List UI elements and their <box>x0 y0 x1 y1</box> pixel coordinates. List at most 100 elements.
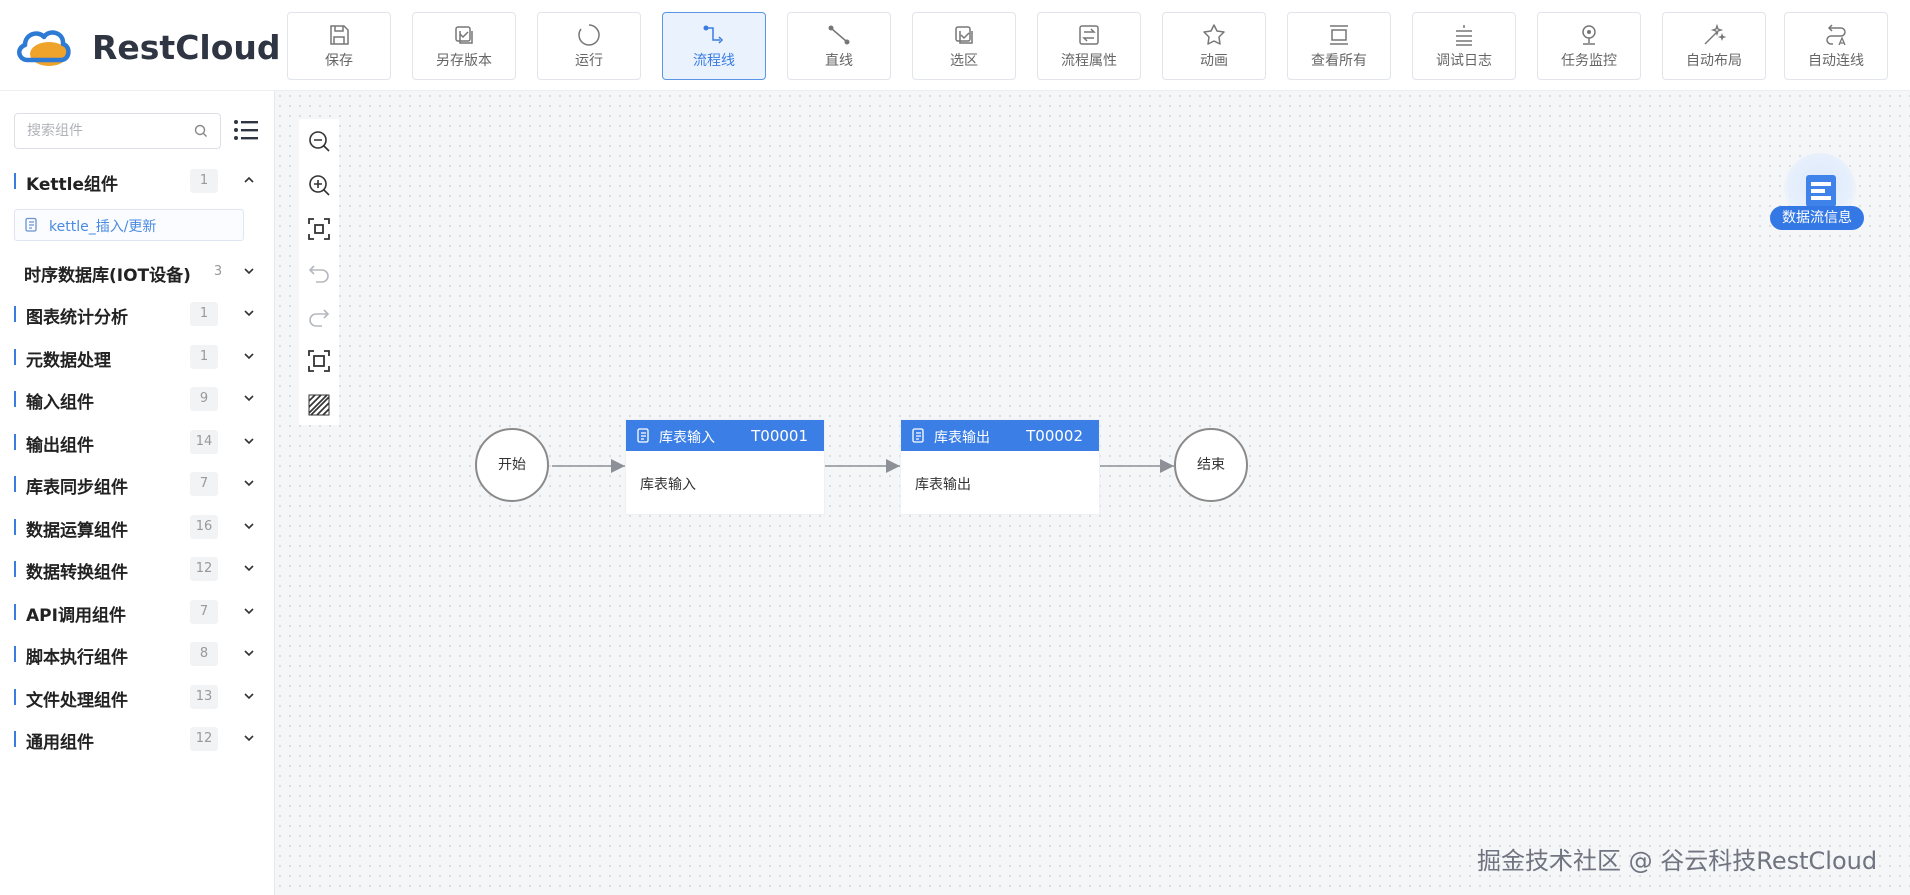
category-data-transform[interactable]: 数据转换组件 12 <box>14 554 254 584</box>
list-view-icon[interactable] <box>233 118 259 142</box>
cloud-logo-icon <box>17 30 71 66</box>
view-all-icon <box>1330 25 1348 45</box>
document-icon <box>912 428 924 443</box>
component-search-input[interactable] <box>15 114 187 148</box>
chevron-down-icon[interactable] <box>242 604 256 618</box>
category-timeseries-db[interactable]: 时序数据库(IOT设备) 3 <box>14 257 254 287</box>
zoom-in-icon[interactable] <box>307 173 331 197</box>
end-node[interactable]: 结束 <box>1174 428 1248 502</box>
auto-connect-button[interactable]: 自动连线 <box>1784 12 1888 80</box>
chevron-down-icon[interactable] <box>242 476 256 490</box>
category-file-process[interactable]: 文件处理组件 13 <box>14 682 254 712</box>
category-marker <box>14 646 16 662</box>
category-marker <box>14 434 16 450</box>
category-count: 7 <box>190 600 218 624</box>
save-icon <box>330 25 349 45</box>
category-marker <box>14 349 16 365</box>
category-output[interactable]: 输出组件 14 <box>14 427 254 457</box>
category-chart-analysis[interactable]: 图表统计分析 1 <box>14 299 254 329</box>
category-table-sync[interactable]: 库表同步组件 7 <box>14 469 254 499</box>
auto-layout-button[interactable]: 自动布局 <box>1662 12 1766 80</box>
document-icon <box>25 217 37 232</box>
category-count: 1 <box>190 302 218 326</box>
category-count: 3 <box>213 264 223 279</box>
task-node-body: 库表输入 <box>640 477 696 493</box>
task-monitor-icon <box>1582 25 1596 45</box>
category-marker <box>14 604 16 620</box>
animation-button[interactable]: 动画 <box>1162 12 1266 80</box>
chevron-up-icon[interactable] <box>242 173 256 187</box>
chevron-down-icon[interactable] <box>242 519 256 533</box>
flow-canvas[interactable]: 开始 库表输入 T00001 库表输入 库表输出 T00002 库表输出 结束 … <box>275 91 1910 895</box>
task-node-header: 库表输出 T00002 <box>901 420 1099 451</box>
brand-name: RestCloud <box>92 27 281 67</box>
category-marker <box>14 306 16 322</box>
category-marker <box>14 561 16 577</box>
chevron-down-icon[interactable] <box>242 264 256 278</box>
save-version-button[interactable]: 另存版本 <box>412 12 516 80</box>
straight-line-icon <box>828 25 850 45</box>
component-search <box>14 113 221 149</box>
category-count: 1 <box>190 345 218 369</box>
category-count: 12 <box>190 727 218 751</box>
category-marker <box>14 476 16 492</box>
task-monitor-button[interactable]: 任务监控 <box>1537 12 1641 80</box>
category-count: 14 <box>190 430 218 454</box>
component-sidebar: Kettle组件 1 kettle_插入/更新 时序数据库(IOT设备) 3 图… <box>0 91 275 895</box>
category-marker <box>14 689 16 705</box>
zoom-controls <box>299 119 339 425</box>
flow-line-button[interactable]: 流程线 <box>662 12 766 80</box>
chevron-down-icon[interactable] <box>242 689 256 703</box>
chevron-down-icon[interactable] <box>242 391 256 405</box>
run-button[interactable]: 运行 <box>537 12 641 80</box>
chevron-down-icon[interactable] <box>242 731 256 745</box>
chevron-down-icon[interactable] <box>242 349 256 363</box>
zoom-out-icon[interactable] <box>307 129 331 153</box>
category-count: 12 <box>190 557 218 581</box>
data-flow-info-icon <box>1806 175 1836 207</box>
chevron-down-icon[interactable] <box>242 434 256 448</box>
select-area-button[interactable]: 选区 <box>912 12 1016 80</box>
task-node-table-output[interactable]: 库表输出 T00002 库表输出 <box>901 420 1099 514</box>
category-input[interactable]: 输入组件 9 <box>14 384 254 414</box>
chevron-down-icon[interactable] <box>242 306 256 320</box>
component-kettle-insert-update[interactable]: kettle_插入/更新 <box>14 209 244 241</box>
actual-size-icon[interactable] <box>307 349 331 373</box>
debug-log-icon <box>1456 25 1472 46</box>
category-data-compute[interactable]: 数据运算组件 16 <box>14 512 254 542</box>
category-count: 9 <box>190 387 218 411</box>
save-version-icon <box>455 26 473 44</box>
grid-toggle-icon[interactable] <box>307 393 331 417</box>
category-marker <box>14 731 16 747</box>
category-api-call[interactable]: API调用组件 7 <box>14 597 254 627</box>
view-all-button[interactable]: 查看所有 <box>1287 12 1391 80</box>
fit-view-icon[interactable] <box>307 217 331 241</box>
start-node[interactable]: 开始 <box>475 428 549 502</box>
chevron-down-icon[interactable] <box>242 561 256 575</box>
category-metadata[interactable]: 元数据处理 1 <box>14 342 254 372</box>
redo-icon[interactable] <box>307 305 331 329</box>
run-icon <box>578 24 600 46</box>
category-general[interactable]: 通用组件 12 <box>14 724 254 754</box>
chevron-down-icon[interactable] <box>242 646 256 660</box>
watermark: 掘金技术社区 @ 谷云科技RestCloud <box>1477 847 1878 875</box>
straight-line-button[interactable]: 直线 <box>787 12 891 80</box>
undo-icon[interactable] <box>307 261 331 285</box>
category-count: 7 <box>190 472 218 496</box>
category-count: 13 <box>190 685 218 709</box>
task-node-table-input[interactable]: 库表输入 T00001 库表输入 <box>626 420 824 514</box>
category-kettle[interactable]: Kettle组件 1 <box>14 166 254 196</box>
category-count: 8 <box>190 642 218 666</box>
save-button[interactable]: 保存 <box>287 12 391 80</box>
animation-icon <box>1203 24 1225 45</box>
search-icon[interactable] <box>194 124 208 138</box>
data-flow-info-button[interactable]: 数据流信息 <box>1770 153 1870 243</box>
top-toolbar: RestCloud 保存 另存版本 运行 流程线 直线 选区 流程属性 动画 查… <box>0 0 1910 91</box>
category-count: 1 <box>190 169 218 193</box>
flow-properties-icon <box>1079 25 1099 45</box>
document-icon <box>637 428 649 443</box>
flow-properties-button[interactable]: 流程属性 <box>1037 12 1141 80</box>
debug-log-button[interactable]: 调试日志 <box>1412 12 1516 80</box>
category-marker <box>14 391 16 407</box>
category-script-exec[interactable]: 脚本执行组件 8 <box>14 639 254 669</box>
